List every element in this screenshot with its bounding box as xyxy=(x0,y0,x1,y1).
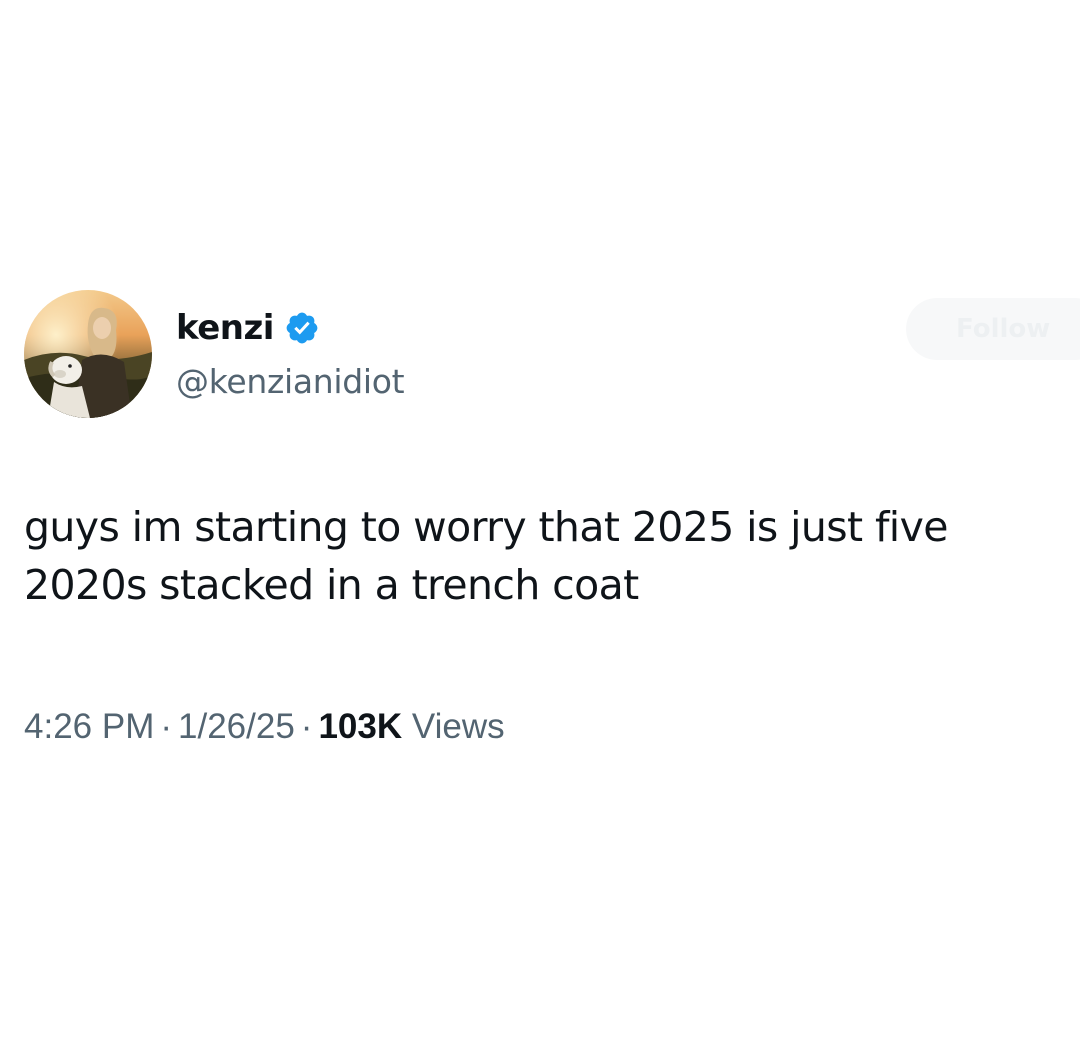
meta-separator: · xyxy=(160,707,173,746)
follow-button[interactable]: Follow xyxy=(906,298,1080,360)
verified-badge-icon[interactable] xyxy=(284,310,320,346)
author-handle[interactable]: @kenzianidiot xyxy=(176,360,405,404)
avatar[interactable] xyxy=(24,290,152,418)
tweet-text-line-1: guys im starting to worry that 2025 is j… xyxy=(24,503,948,551)
author-name-row: kenzi xyxy=(176,306,320,350)
tweet-text: guys im starting to worry that 2025 is j… xyxy=(24,498,1064,614)
tweet-time[interactable]: 4:26 PM xyxy=(24,707,154,746)
profile-photo-icon xyxy=(24,290,152,418)
tweet-card: kenzi @kenzianidiot Follow guys im start… xyxy=(0,0,1080,1064)
views-count: 103K xyxy=(318,707,403,746)
tweet-meta: 4:26 PM · 1/26/25 · 103K Views xyxy=(24,702,505,752)
display-name[interactable]: kenzi xyxy=(176,306,274,350)
views-label: Views xyxy=(411,707,505,746)
meta-separator: · xyxy=(300,707,313,746)
tweet-date[interactable]: 1/26/25 xyxy=(178,707,295,746)
tweet-text-line-2: 2020s stacked in a trench coat xyxy=(24,561,639,609)
